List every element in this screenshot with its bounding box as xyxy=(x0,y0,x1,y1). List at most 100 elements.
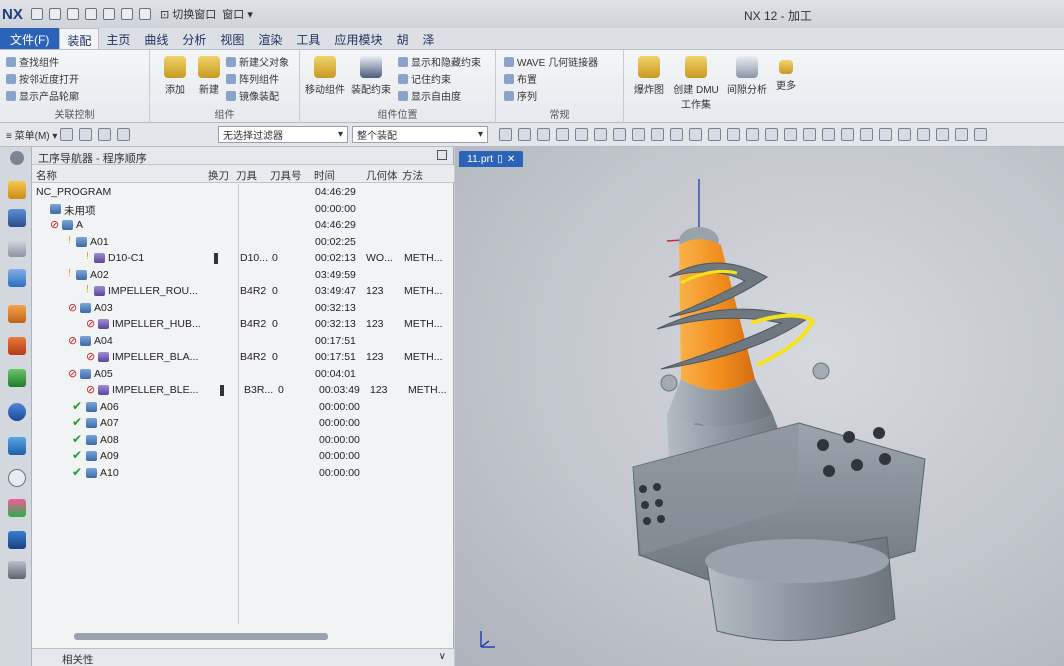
tree-row-a[interactable]: ⊘ A 04:46:29 xyxy=(32,217,454,234)
machine-navigator-icon[interactable] xyxy=(8,337,26,355)
tree-row-d10-c1[interactable]: ! D10-C1 D10... 0 00:02:13 WO... METH... xyxy=(32,250,454,267)
clearance-analysis-button[interactable]: 间隙分析 xyxy=(724,54,770,96)
operation-navigator-icon[interactable] xyxy=(8,305,26,323)
tree-row-unused[interactable]: 未用项 00:00:00 xyxy=(32,201,454,218)
tree-row-a03[interactable]: ⊘ A03 00:32:13 xyxy=(32,300,454,317)
impeller-model[interactable] xyxy=(455,169,1064,666)
show-hide-icon[interactable] xyxy=(822,128,835,141)
tab-view[interactable]: 视图 xyxy=(213,28,251,49)
new-parent-button[interactable]: 新建父对象 xyxy=(226,54,289,69)
more-button[interactable]: 更多 xyxy=(768,54,804,92)
show-dof-button[interactable]: 显示自由度 xyxy=(398,88,461,103)
shaded-icon[interactable] xyxy=(727,128,740,141)
tab-curve[interactable]: 曲线 xyxy=(137,28,175,49)
history-icon[interactable] xyxy=(8,437,26,455)
roles-icon[interactable] xyxy=(8,499,26,517)
window-icon[interactable] xyxy=(974,128,987,141)
column-name[interactable]: 名称 xyxy=(36,168,57,183)
undo-icon[interactable] xyxy=(49,8,61,20)
mirror-assembly-button[interactable]: 镜像装配 xyxy=(226,88,279,103)
tab-home[interactable]: 主页 xyxy=(99,28,137,49)
process-studio-icon[interactable] xyxy=(8,561,26,579)
rotate-icon[interactable] xyxy=(689,128,702,141)
column-tool-number[interactable]: 刀具号 xyxy=(270,168,302,183)
tree-row-a09[interactable]: ✔ A09 00:00:00 xyxy=(32,448,454,465)
grid-icon[interactable] xyxy=(936,128,949,141)
tab-assembly[interactable]: 装配 xyxy=(59,28,100,49)
tree-row-impeller-hub[interactable]: ⊘ IMPELLER_HUB... B4R2 0 00:32:13 123 ME… xyxy=(32,316,454,333)
maximize-icon[interactable] xyxy=(437,150,447,160)
part-file-tab[interactable]: 11.prt ▯ ✕ xyxy=(459,151,524,167)
close-icon[interactable]: ✕ xyxy=(507,154,515,165)
save-icon[interactable] xyxy=(31,8,43,20)
snap-end-icon[interactable] xyxy=(518,128,531,141)
web-browser-icon[interactable] xyxy=(8,403,26,421)
orient-view-icon[interactable] xyxy=(765,128,778,141)
snap-icon[interactable] xyxy=(79,128,93,141)
move-component-button[interactable]: 移动组件 xyxy=(302,54,348,96)
assembly-navigator-icon[interactable] xyxy=(8,181,26,199)
sequence-button[interactable]: 序列 xyxy=(504,88,537,103)
remember-constraints-button[interactable]: 记住约束 xyxy=(398,71,451,86)
column-tool-change[interactable]: 换刀 xyxy=(208,168,229,183)
filter-icon[interactable] xyxy=(117,128,131,141)
paste-icon[interactable] xyxy=(121,8,133,20)
select-icon[interactable] xyxy=(60,128,74,141)
assembly-constraint-button[interactable]: 装配约束 xyxy=(348,54,394,96)
tab-render[interactable]: 渲染 xyxy=(251,28,289,49)
tree-row-a08[interactable]: ✔ A08 00:00:00 xyxy=(32,432,454,449)
show-product-outline-button[interactable]: 显示产品轮廓 xyxy=(6,88,79,103)
selection-filter-dropdown[interactable]: 无选择过滤器 ▾ xyxy=(218,126,348,143)
tab-custom-1[interactable]: 胡 xyxy=(389,28,415,49)
snap-point-icon[interactable] xyxy=(499,128,512,141)
measure-icon[interactable] xyxy=(860,128,873,141)
snap-edge-icon[interactable] xyxy=(632,128,645,141)
wireframe-icon[interactable] xyxy=(746,128,759,141)
find-component-button[interactable]: 查找组件 xyxy=(6,54,59,69)
constraint-navigator-icon[interactable] xyxy=(8,209,26,227)
tree-row-a05[interactable]: ⊘ A05 00:04:01 xyxy=(32,366,454,383)
orient-icon[interactable] xyxy=(98,128,112,141)
layer-icon[interactable] xyxy=(803,128,816,141)
tree-row-impeller-rough[interactable]: ! IMPELLER_ROU... B4R2 0 03:49:47 123 ME… xyxy=(32,283,454,300)
tree-row-a01[interactable]: ! A01 00:02:25 xyxy=(32,234,454,251)
chevron-down-icon[interactable]: ∨ xyxy=(439,651,446,662)
display-icon[interactable] xyxy=(955,128,968,141)
tree-row-a02[interactable]: ! A02 03:49:59 xyxy=(32,267,454,284)
column-method[interactable]: 方法 xyxy=(402,168,423,183)
snap-face-icon[interactable] xyxy=(613,128,626,141)
exploded-view-button[interactable]: 爆炸图 xyxy=(626,54,672,96)
redo-icon[interactable] xyxy=(67,8,79,20)
snap-quadrant-icon[interactable] xyxy=(575,128,588,141)
tree-row-nc-program[interactable]: NC_PROGRAM 04:46:29 xyxy=(32,184,454,201)
reuse-library-icon[interactable] xyxy=(8,269,26,287)
zoom-icon[interactable] xyxy=(670,128,683,141)
tab-tools[interactable]: 工具 xyxy=(289,28,327,49)
menu-button[interactable]: ≡ 菜单(M) ▾ xyxy=(6,127,57,142)
open-by-proximity-button[interactable]: 按邻近度打开 xyxy=(6,71,79,86)
tab-application[interactable]: 应用模块 xyxy=(327,28,389,49)
tree-row-a04[interactable]: ⊘ A04 00:17:51 xyxy=(32,333,454,350)
settings-icon[interactable] xyxy=(10,151,24,165)
fit-view-icon[interactable] xyxy=(651,128,664,141)
graphics-window[interactable]: 11.prt ▯ ✕ xyxy=(455,147,1064,666)
tree-row-a06[interactable]: ✔ A06 00:00:00 xyxy=(32,399,454,416)
column-time[interactable]: 时间 xyxy=(314,168,335,183)
background-icon[interactable] xyxy=(784,128,797,141)
tree-row-a10[interactable]: ✔ A10 00:00:00 xyxy=(32,465,454,482)
cut-icon[interactable] xyxy=(85,8,97,20)
tree-row-impeller-blade[interactable]: ⊘ IMPELLER_BLA... B4R2 0 00:17:51 123 ME… xyxy=(32,349,454,366)
repeat-command-icon[interactable] xyxy=(139,8,151,20)
show-hide-constraints-button[interactable]: 显示和隐藏约束 xyxy=(398,54,481,69)
horizontal-scrollbar[interactable] xyxy=(74,633,328,640)
tree-row-impeller-blend[interactable]: ⊘ IMPELLER_BLE... B3R... 0 00:03:49 123 … xyxy=(32,382,454,399)
tab-file[interactable]: 文件(F) xyxy=(0,28,60,49)
pan-icon[interactable] xyxy=(708,128,721,141)
snap-intersect-icon[interactable] xyxy=(594,128,607,141)
tab-custom-2[interactable]: 泽 xyxy=(415,28,441,49)
tab-analysis[interactable]: 分析 xyxy=(175,28,213,49)
column-geometry[interactable]: 几何体 xyxy=(366,168,398,183)
clock-icon[interactable] xyxy=(8,469,26,487)
color-icon[interactable] xyxy=(879,128,892,141)
arrangement-button[interactable]: 布置 xyxy=(504,71,537,86)
